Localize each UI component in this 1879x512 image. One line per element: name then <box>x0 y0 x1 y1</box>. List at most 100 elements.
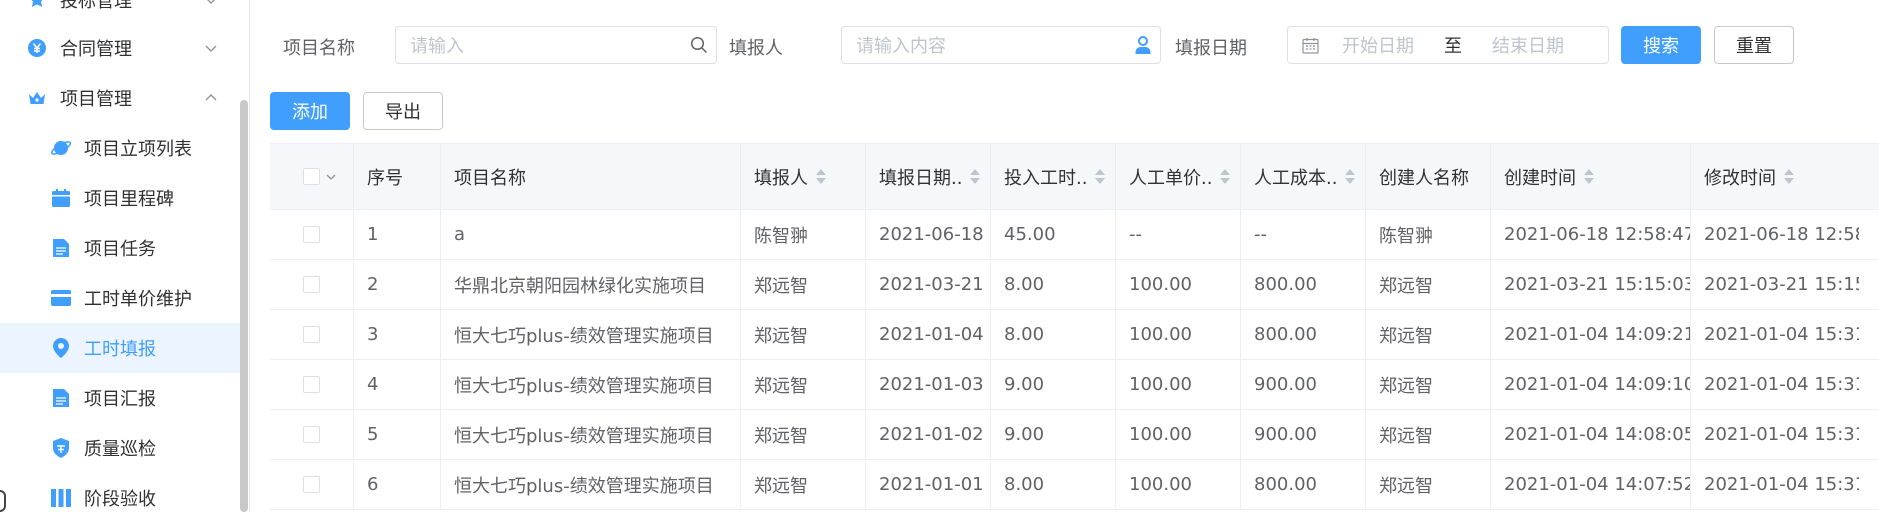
table-row[interactable]: 1 a 陈智翀 2021-06-18 45.00 -- -- 陈智翀 2021-06-18 12… <box>270 210 1879 260</box>
row-index: 4 <box>354 360 441 409</box>
sidebar-item-acceptance[interactable]: 阶段验收 <box>0 473 240 512</box>
search-button[interactable]: 搜索 <box>1621 26 1701 64</box>
report-date-cell: 2021-01-02 <box>866 410 991 459</box>
reporter-cell: 郑远智 <box>741 460 866 509</box>
export-button[interactable]: 导出 <box>363 92 443 130</box>
project-name-input[interactable]: 请输入 <box>395 26 717 64</box>
row-index: 2 <box>354 260 441 309</box>
sidebar-item-bidding[interactable]: 投标管理 <box>0 0 240 25</box>
column-label: 项目名称 <box>454 167 526 189</box>
column-header[interactable]: 填报人 <box>741 144 866 209</box>
location-icon <box>50 337 72 359</box>
sort-icon[interactable] <box>1584 169 1594 184</box>
unit-price-cell: -- <box>1116 210 1241 259</box>
row-checkbox[interactable] <box>303 226 320 243</box>
report-date-cell: 2021-01-04 <box>866 310 991 359</box>
row-index: 5 <box>354 410 441 459</box>
sidebar-item-report[interactable]: 项目汇报 <box>0 373 240 423</box>
row-checkbox[interactable] <box>303 276 320 293</box>
table-row[interactable]: 5 恒大七巧plus-绩效管理实施项目 郑远智 2021-01-02 9.00 100.0… <box>270 410 1879 460</box>
sidebar-item-milestone[interactable]: 项目里程碑 <box>0 173 240 223</box>
card-icon <box>50 287 72 309</box>
table-row[interactable]: 4 恒大七巧plus-绩效管理实施项目 郑远智 2021-01-03 9.00 100.0… <box>270 360 1879 410</box>
modified-at-cell: 2021-01-04 15:31:52 <box>1704 424 1859 445</box>
sort-icon[interactable] <box>816 169 826 184</box>
row-checkbox[interactable] <box>303 426 320 443</box>
table-row[interactable]: 2 华鼎北京朝阳园林绿化实施项目 郑远智 2021-03-21 8.00 100.00 80… <box>270 260 1879 310</box>
search-icon[interactable] <box>682 36 716 54</box>
project-name-cell: 华鼎北京朝阳园林绿化实施项目 <box>441 260 741 309</box>
column-label: 人工成本.. <box>1254 167 1338 189</box>
modified-at-cell: 2021-06-18 12:58:47 <box>1704 224 1859 245</box>
unit-price-cell: 100.00 <box>1116 460 1241 509</box>
row-index: 6 <box>354 460 441 509</box>
sidebar-item-label: 项目管理 <box>60 89 132 110</box>
user-icon[interactable] <box>1126 35 1160 55</box>
chevron-down-icon[interactable] <box>325 171 337 183</box>
sidebar-item-timesheet[interactable]: 工时填报 <box>0 323 240 373</box>
sort-icon[interactable] <box>970 169 981 184</box>
reporter-cell: 郑远智 <box>741 260 866 309</box>
row-checkbox[interactable] <box>303 476 320 493</box>
select-all-header[interactable] <box>270 144 354 209</box>
column-label: 填报人 <box>754 167 808 189</box>
created-at-cell: 2021-01-04 14:09:10 <box>1491 360 1691 409</box>
reporter-cell: 郑远智 <box>741 410 866 459</box>
project-name-cell: 恒大七巧plus-绩效管理实施项目 <box>441 310 741 359</box>
sidebar-item-project-list[interactable]: 项目立项列表 <box>0 123 240 173</box>
column-header[interactable]: 填报日期.. <box>866 144 991 209</box>
star-icon <box>26 0 48 11</box>
row-select-cell <box>270 460 354 509</box>
date-start-input[interactable]: 开始日期 <box>1328 32 1428 58</box>
sidebar-item-quality[interactable]: 质量巡检 <box>0 423 240 473</box>
column-label: 人工单价.. <box>1129 167 1213 189</box>
creator-cell: 郑远智 <box>1366 310 1491 359</box>
hours-cell: 8.00 <box>991 460 1116 509</box>
report-date-cell: 2021-01-01 <box>866 460 991 509</box>
sidebar-item-contract[interactable]: 合同管理 <box>0 23 240 73</box>
sort-icon[interactable] <box>1345 169 1356 184</box>
sidebar-item-label: 质量巡检 <box>84 439 156 460</box>
report-date-cell: 2021-01-03 <box>866 360 991 409</box>
sidebar-item-label: 项目立项列表 <box>84 139 192 160</box>
chevron-down-icon <box>207 0 215 4</box>
shield-icon <box>50 437 72 459</box>
table-header: 序号 项目名称 填报人 填报日期.. 投入工时.. 人工单价.. 人工成本.. … <box>270 144 1879 210</box>
date-label: 填报日期 <box>1175 38 1247 59</box>
date-end-input[interactable]: 结束日期 <box>1478 32 1578 58</box>
table-row[interactable]: 6 恒大七巧plus-绩效管理实施项目 郑远智 2021-01-01 8.00 100.0… <box>270 460 1879 510</box>
add-button[interactable]: 添加 <box>270 92 350 130</box>
column-header[interactable]: 人工单价.. <box>1116 144 1241 209</box>
timesheet-table: 序号 项目名称 填报人 填报日期.. 投入工时.. 人工单价.. 人工成本.. … <box>270 143 1879 510</box>
document-icon <box>50 387 72 409</box>
sidebar-item-label: 项目汇报 <box>84 389 156 410</box>
column-header[interactable]: 投入工时.. <box>991 144 1116 209</box>
calendar-icon <box>50 187 72 209</box>
row-checkbox[interactable] <box>303 326 320 343</box>
reporter-input[interactable]: 请输入内容 <box>841 26 1161 64</box>
sidebar-item-hourly-rate[interactable]: 工时单价维护 <box>0 273 240 323</box>
select-all-checkbox[interactable] <box>303 168 320 185</box>
row-checkbox[interactable] <box>303 376 320 393</box>
created-at-cell: 2021-01-04 14:07:52 <box>1491 460 1691 509</box>
sidebar-scrollbar[interactable] <box>240 100 248 512</box>
unit-price-cell: 100.00 <box>1116 410 1241 459</box>
column-header[interactable]: 人工成本.. <box>1241 144 1366 209</box>
modified-at-cell: 2021-01-04 15:31:52 <box>1704 374 1859 395</box>
modified-at-cell: 2021-01-04 15:31:52 <box>1704 324 1859 345</box>
sidebar-item-tasks[interactable]: 项目任务 <box>0 223 240 273</box>
reset-button[interactable]: 重置 <box>1714 26 1794 64</box>
modified-at-cell: 2021-03-21 15:15:03 <box>1704 274 1859 295</box>
column-header[interactable]: 创建时间 <box>1491 144 1691 209</box>
project-name-placeholder: 请输入 <box>410 36 464 57</box>
column-header[interactable]: 修改时间 <box>1691 144 1859 209</box>
modified-at-cell: 2021-01-04 15:31:52 <box>1704 474 1859 495</box>
column-label: 填报日期.. <box>879 167 963 189</box>
hours-cell: 9.00 <box>991 360 1116 409</box>
sort-icon[interactable] <box>1784 169 1794 184</box>
sidebar-item-project-management[interactable]: 项目管理 <box>0 73 240 123</box>
table-row[interactable]: 3 恒大七巧plus-绩效管理实施项目 郑远智 2021-01-04 8.00 100.0… <box>270 310 1879 360</box>
sort-icon[interactable] <box>1095 169 1106 184</box>
date-range-picker[interactable]: 开始日期 至 结束日期 <box>1287 26 1609 64</box>
sort-icon[interactable] <box>1220 169 1231 184</box>
